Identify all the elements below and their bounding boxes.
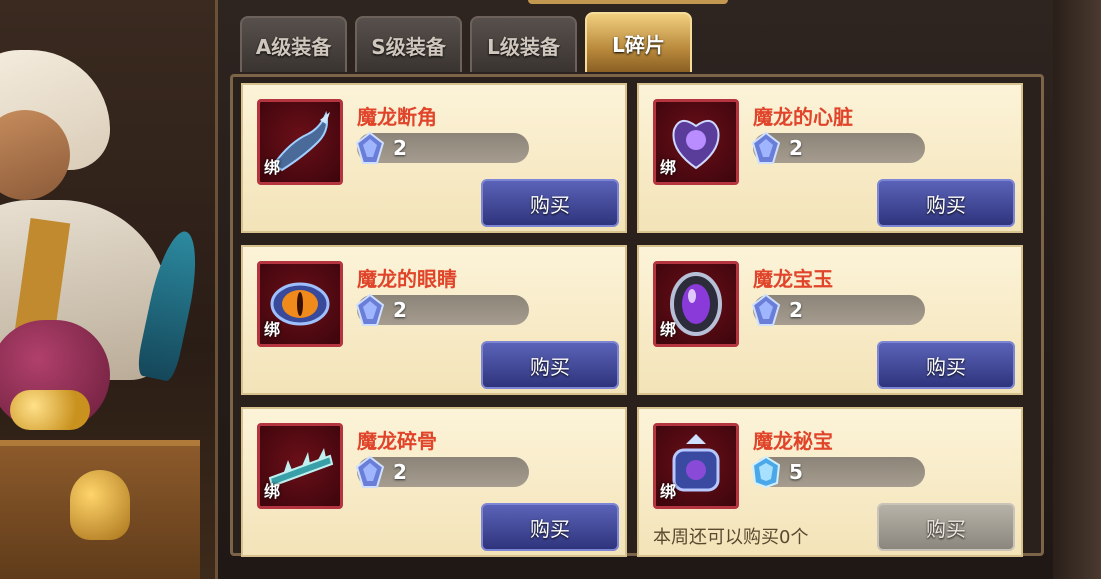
shop-panel: A级装备 S级装备 L级装备 L碎片 绑 魔龙断角 2 购买 绑 魔龙的心脏 2…: [215, 0, 1059, 579]
bound-tag: 绑: [264, 320, 281, 339]
bound-tag: 绑: [660, 482, 677, 501]
item-price: 2: [393, 298, 407, 322]
item-icon-frame[interactable]: 绑: [653, 261, 739, 347]
tab-l-equipment[interactable]: L级装备: [470, 16, 577, 72]
item-grid: 绑 魔龙断角 2 购买 绑 魔龙的心脏 2 购买 绑 魔龙的眼睛 2 购买 绑 …: [230, 74, 1044, 557]
item-name: 魔龙的心脏: [753, 105, 853, 129]
merchant-artwork: [0, 0, 215, 579]
shop-item-card: 绑 魔龙断角 2 购买: [241, 83, 627, 233]
item-name: 魔龙宝玉: [753, 267, 833, 291]
bound-tag: 绑: [264, 482, 281, 501]
item-name: 魔龙的眼睛: [357, 267, 457, 291]
quantity-bar: 2: [355, 455, 529, 488]
gem-currency-icon: [355, 131, 385, 164]
quantity-bar: 2: [751, 131, 925, 164]
gem-currency-icon: [355, 293, 385, 326]
buy-button[interactable]: 购买: [481, 179, 619, 227]
item-icon-frame[interactable]: 绑: [257, 423, 343, 509]
crystal-currency-icon: [751, 455, 781, 489]
buy-button[interactable]: 购买: [481, 341, 619, 389]
shop-item-card: 绑 魔龙的眼睛 2 购买: [241, 245, 627, 395]
quantity-bar: 2: [355, 131, 529, 164]
bound-tag: 绑: [660, 158, 677, 177]
buy-button[interactable]: 购买: [877, 179, 1015, 227]
quantity-bar: 2: [355, 293, 529, 326]
quantity-bar: 5: [751, 455, 925, 489]
item-price: 2: [789, 298, 803, 322]
gem-currency-icon: [751, 293, 781, 326]
shop-item-card: 绑 魔龙的心脏 2 购买: [637, 83, 1023, 233]
shop-item-card: 绑 魔龙秘宝 5 本周还可以购买0个 购买: [637, 407, 1023, 557]
tab-s-equipment[interactable]: S级装备: [355, 16, 462, 72]
tab-l-fragments[interactable]: L碎片: [585, 12, 692, 72]
item-price: 2: [393, 460, 407, 484]
item-name: 魔龙碎骨: [357, 429, 437, 453]
bound-tag: 绑: [264, 158, 281, 177]
shop-item-card: 绑 魔龙宝玉 2 购买: [637, 245, 1023, 395]
bound-tag: 绑: [660, 320, 677, 339]
item-icon-frame[interactable]: 绑: [653, 99, 739, 185]
gem-currency-icon: [355, 455, 385, 488]
buy-button[interactable]: 购买: [481, 503, 619, 551]
panel-top-ornament: [528, 0, 728, 4]
buy-button-disabled: 购买: [877, 503, 1015, 551]
purchase-limit-text: 本周还可以购买0个: [653, 527, 809, 548]
tab-a-equipment[interactable]: A级装备: [240, 16, 347, 72]
item-icon-frame[interactable]: 绑: [653, 423, 739, 509]
background-edge: [1053, 0, 1101, 579]
quantity-bar: 2: [751, 293, 925, 326]
item-price: 2: [789, 136, 803, 160]
item-price: 2: [393, 136, 407, 160]
item-name: 魔龙秘宝: [753, 429, 833, 453]
shop-item-card: 绑 魔龙碎骨 2 购买: [241, 407, 627, 557]
item-name: 魔龙断角: [357, 105, 437, 129]
item-icon-frame[interactable]: 绑: [257, 99, 343, 185]
gem-currency-icon: [751, 131, 781, 164]
buy-button[interactable]: 购买: [877, 341, 1015, 389]
tab-bar: A级装备 S级装备 L级装备 L碎片: [240, 12, 692, 74]
item-price: 5: [789, 460, 803, 484]
item-icon-frame[interactable]: 绑: [257, 261, 343, 347]
